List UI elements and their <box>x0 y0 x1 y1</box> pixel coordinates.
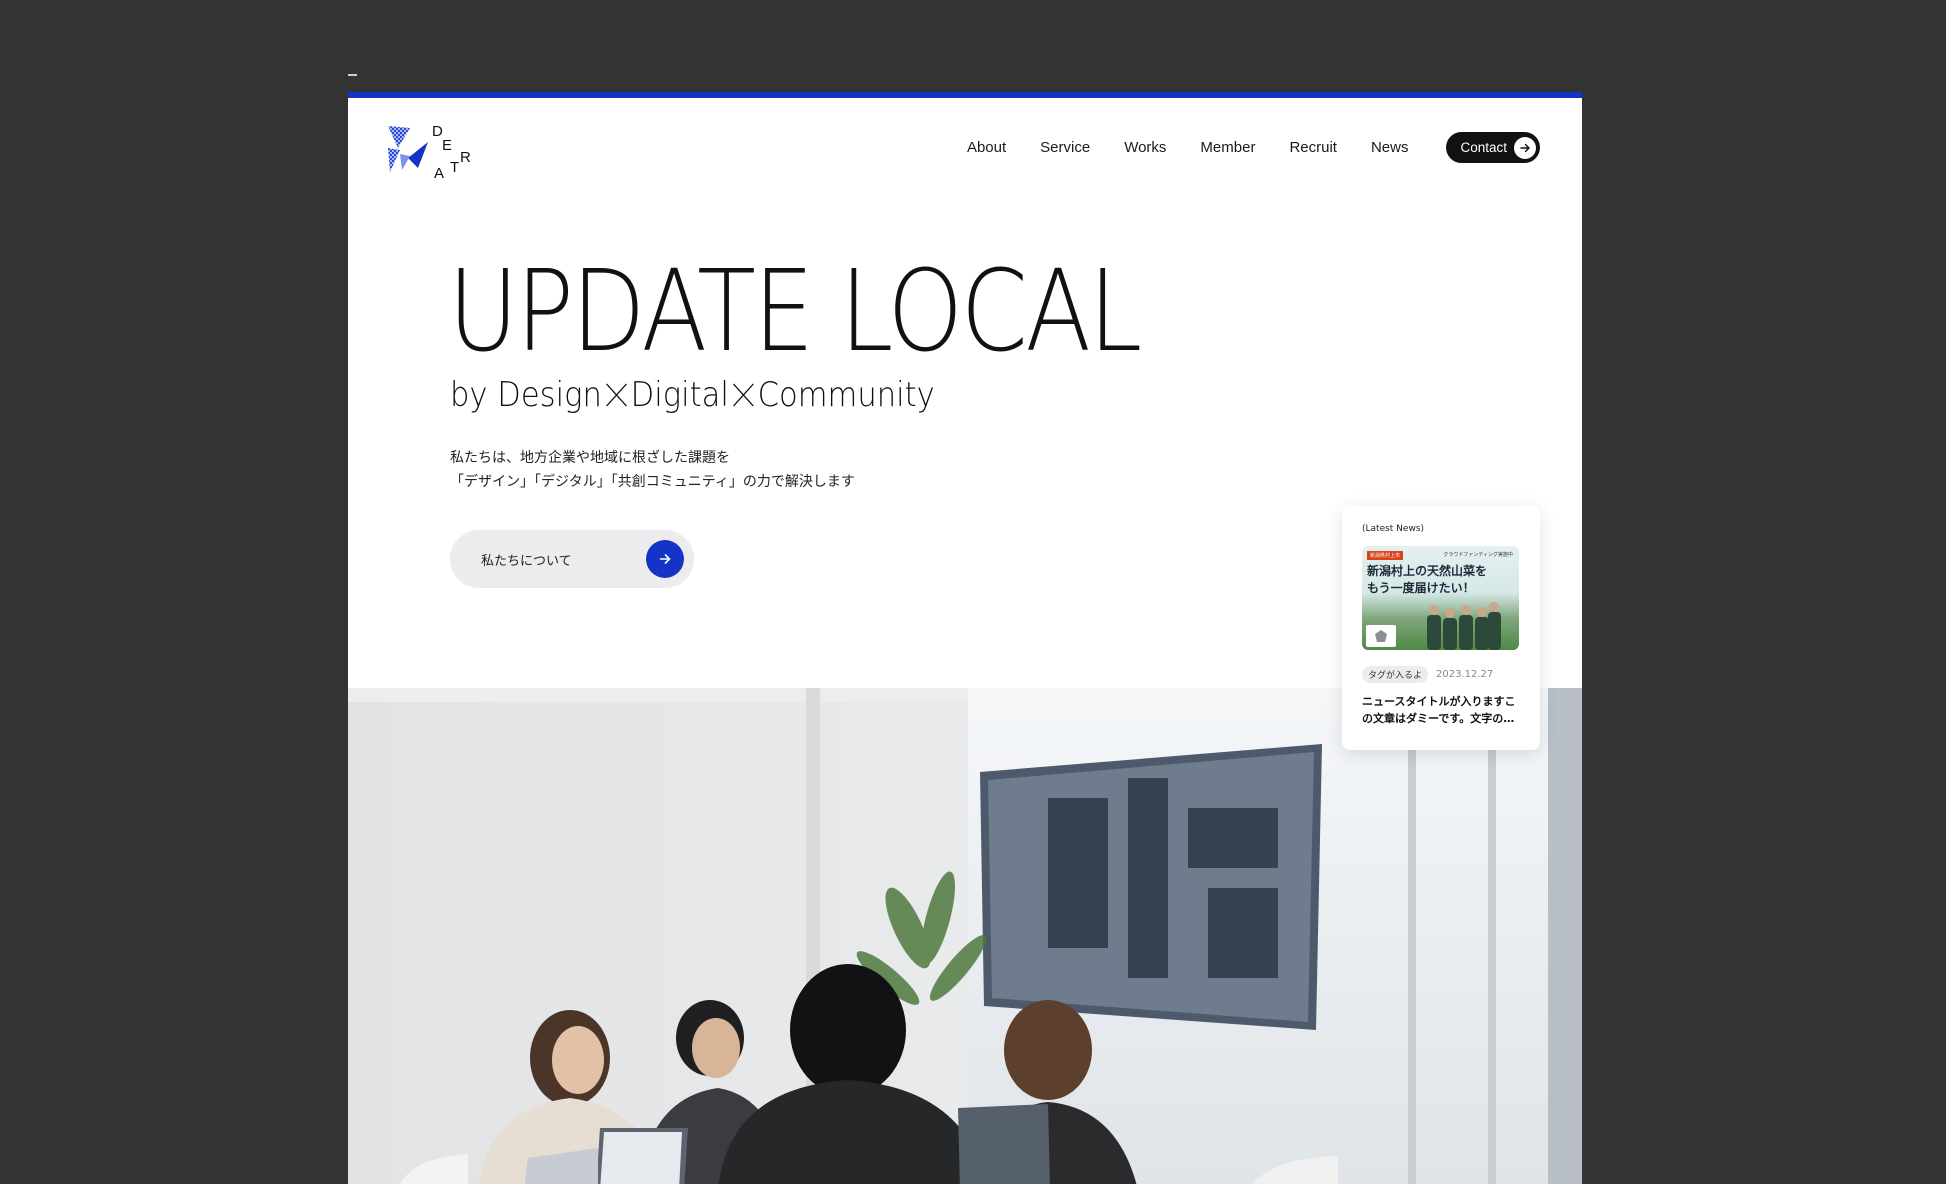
nav-works[interactable]: Works <box>1124 139 1166 156</box>
subtitle-design: by Design <box>450 375 602 415</box>
main-nav: About Service Works Member Recruit News … <box>967 132 1540 163</box>
hero-description: 私たちは、地方企業や地域に根ざした課題を 「デザイン」「デジタル」「共創コミュニ… <box>450 446 855 494</box>
arrow-right-icon <box>646 540 684 578</box>
nav-recruit[interactable]: Recruit <box>1289 139 1337 156</box>
logo-mark-icon: D E R A T <box>388 123 471 182</box>
contact-button[interactable]: Contact <box>1446 132 1540 163</box>
nav-service[interactable]: Service <box>1040 139 1090 156</box>
subtitle-digital: Digital <box>630 375 729 415</box>
office-photo-illustration <box>348 688 1582 1184</box>
news-meta: タグが入るよ 2023.12.27 <box>1362 666 1520 683</box>
about-us-button[interactable]: 私たちについて <box>450 530 694 588</box>
thumbnail-title-line-1: 新潟村上の天然山菜を <box>1367 564 1488 578</box>
latest-news-heading: (Latest News) <box>1362 524 1425 534</box>
svg-text:A: A <box>434 165 444 180</box>
about-us-label: 私たちについて <box>481 553 572 569</box>
cross-icon <box>605 383 627 407</box>
thumbnail-logo <box>1366 625 1396 647</box>
office-team-photo <box>348 688 1582 1184</box>
nav-member[interactable]: Member <box>1200 139 1255 156</box>
thumbnail-title-line-2: もう一度届けたい！ <box>1367 581 1475 595</box>
nav-news[interactable]: News <box>1371 139 1409 156</box>
news-date: 2023.12.27 <box>1436 669 1494 680</box>
cross-icon <box>732 383 754 407</box>
page: D E R A T About Service Works Member Rec… <box>348 92 1582 1184</box>
frame-dash <box>348 74 357 76</box>
thumbnail-caption: クラウドファンディング実施中 <box>1443 552 1513 558</box>
logo[interactable]: D E R A T <box>386 118 476 182</box>
description-line-2: 「デザイン」「デジタル」「共創コミュニティ」の力で解決します <box>450 474 855 490</box>
svg-text:R: R <box>460 149 471 166</box>
people-illustration <box>1427 602 1501 650</box>
svg-text:E: E <box>442 137 452 154</box>
nav-about[interactable]: About <box>967 139 1006 156</box>
hero-subtitle: by Design Digital Community <box>450 375 935 415</box>
subtitle-community: Community <box>757 375 935 415</box>
description-line-1: 私たちは、地方企業や地域に根ざした課題を <box>450 450 730 466</box>
latest-news-card[interactable]: (Latest News) 新潟県村上市 クラウドファンディング実施中 新潟村上… <box>1342 506 1540 750</box>
news-thumbnail: 新潟県村上市 クラウドファンディング実施中 新潟村上の天然山菜を もう一度届けた… <box>1362 546 1519 650</box>
news-title[interactable]: ニュースタイトルが入りますこの文章はダミーです。文字の… <box>1362 693 1520 727</box>
svg-text:T: T <box>450 159 459 176</box>
thumbnail-title: 新潟村上の天然山菜を もう一度届けたい！ <box>1367 563 1487 597</box>
news-tag[interactable]: タグが入るよ <box>1362 666 1429 683</box>
thumbnail-badge: 新潟県村上市 <box>1367 551 1404 560</box>
hero-title: UPDATE LOCAL <box>448 247 1142 377</box>
contact-label: Contact <box>1460 140 1507 155</box>
arrow-right-icon <box>1514 136 1536 159</box>
